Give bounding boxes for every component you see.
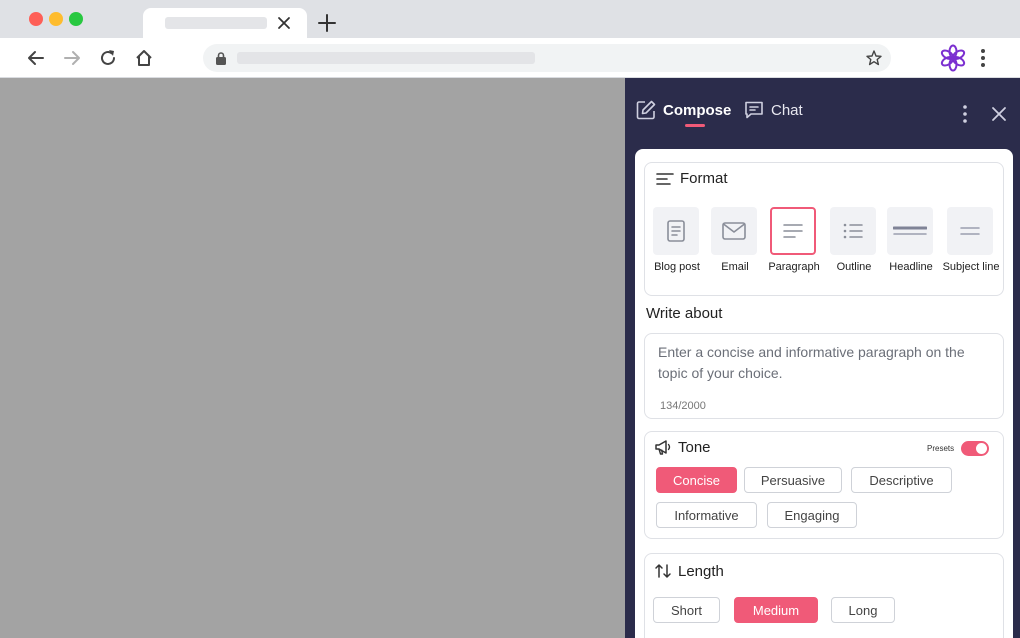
reload-icon[interactable]: [97, 47, 119, 69]
tone-option-descriptive[interactable]: Descriptive: [851, 467, 952, 493]
document-icon: [667, 220, 685, 242]
more-options-icon[interactable]: [955, 102, 975, 126]
tone-option-informative[interactable]: Informative: [656, 502, 757, 528]
tone-option-persuasive[interactable]: Persuasive: [744, 467, 842, 493]
length-heading: Length: [654, 562, 724, 580]
compose-side-panel: Compose Chat Format Blog post Email Para…: [625, 78, 1020, 638]
presets-label: Presets: [927, 444, 955, 453]
extension-flower-icon[interactable]: [938, 43, 968, 73]
subject-line-icon: [960, 227, 980, 235]
forward-icon[interactable]: [61, 47, 83, 69]
tab-compose-label: Compose: [663, 101, 732, 119]
url-placeholder: [237, 52, 535, 64]
write-about-input[interactable]: Enter a concise and informative paragrap…: [644, 333, 1004, 419]
presets-toggle[interactable]: [961, 441, 989, 456]
browser-tab[interactable]: [143, 8, 307, 38]
format-option-box: [830, 207, 876, 255]
tone-heading: Tone: [654, 438, 711, 456]
format-option-box: [947, 207, 993, 255]
home-icon[interactable]: [133, 47, 155, 69]
format-option-paragraph[interactable]: Paragraph: [764, 207, 824, 277]
maximize-window-button[interactable]: [69, 12, 83, 26]
active-tab-indicator: [685, 124, 705, 127]
minimize-window-button[interactable]: [49, 12, 63, 26]
tab-close-icon[interactable]: [274, 13, 294, 33]
format-option-subject-line[interactable]: Subject line: [941, 207, 1001, 277]
length-option-short[interactable]: Short: [653, 597, 720, 623]
paragraph-icon: [783, 224, 803, 238]
address-bar[interactable]: [203, 44, 891, 72]
browser-toolbar: [0, 38, 1020, 78]
list-icon: [843, 223, 863, 239]
bookmark-star-icon[interactable]: [865, 49, 883, 67]
tone-option-engaging[interactable]: Engaging: [767, 502, 857, 528]
chat-icon: [745, 101, 763, 119]
character-counter: 134/2000: [660, 400, 706, 412]
new-tab-icon[interactable]: [316, 12, 338, 34]
format-option-blog-post[interactable]: Blog post: [647, 207, 707, 277]
tab-chat-label: Chat: [771, 101, 803, 119]
tab-title-placeholder: [165, 17, 267, 29]
tone-title: Tone: [678, 438, 711, 456]
format-section: Format Blog post Email Paragraph Outline…: [644, 162, 1004, 296]
format-option-label: Subject line: [942, 261, 1000, 273]
megaphone-icon: [655, 440, 671, 455]
tab-compose[interactable]: Compose: [635, 98, 731, 122]
lock-icon[interactable]: [214, 51, 228, 65]
compose-card: Format Blog post Email Paragraph Outline…: [635, 149, 1013, 638]
format-option-box: [653, 207, 699, 255]
length-title: Length: [678, 562, 724, 580]
format-option-box: [887, 207, 933, 255]
format-options: Blog post Email Paragraph Outline Headli…: [647, 207, 1003, 277]
format-option-box: [711, 207, 757, 255]
close-panel-icon[interactable]: [989, 104, 1009, 124]
toggle-knob: [976, 443, 987, 454]
page-content-area: [0, 79, 625, 638]
length-section: Length Short Medium Long: [644, 553, 1004, 638]
format-option-email[interactable]: Email: [705, 207, 765, 277]
browser-menu-icon[interactable]: [974, 46, 992, 70]
format-title: Format: [680, 170, 728, 187]
back-icon[interactable]: [25, 47, 47, 69]
headline-icon: [893, 226, 927, 235]
envelope-icon: [722, 222, 746, 240]
close-window-button[interactable]: [29, 12, 43, 26]
sort-arrows-icon: [655, 564, 671, 578]
format-option-box-selected: [770, 207, 816, 255]
tone-option-concise[interactable]: Concise: [656, 467, 737, 493]
format-lines-icon: [656, 172, 674, 185]
browser-titlebar: [0, 0, 1020, 38]
length-option-long[interactable]: Long: [831, 597, 895, 623]
format-option-headline[interactable]: Headline: [881, 207, 941, 277]
edit-icon: [636, 100, 656, 120]
format-heading: Format: [656, 170, 728, 187]
write-about-text: Enter a concise and informative paragrap…: [658, 344, 965, 381]
write-about-heading: Write about: [646, 305, 723, 322]
tab-chat[interactable]: Chat: [743, 98, 803, 122]
length-option-medium[interactable]: Medium: [734, 597, 818, 623]
tone-section: Tone Presets Concise Persuasive Descript…: [644, 431, 1004, 539]
